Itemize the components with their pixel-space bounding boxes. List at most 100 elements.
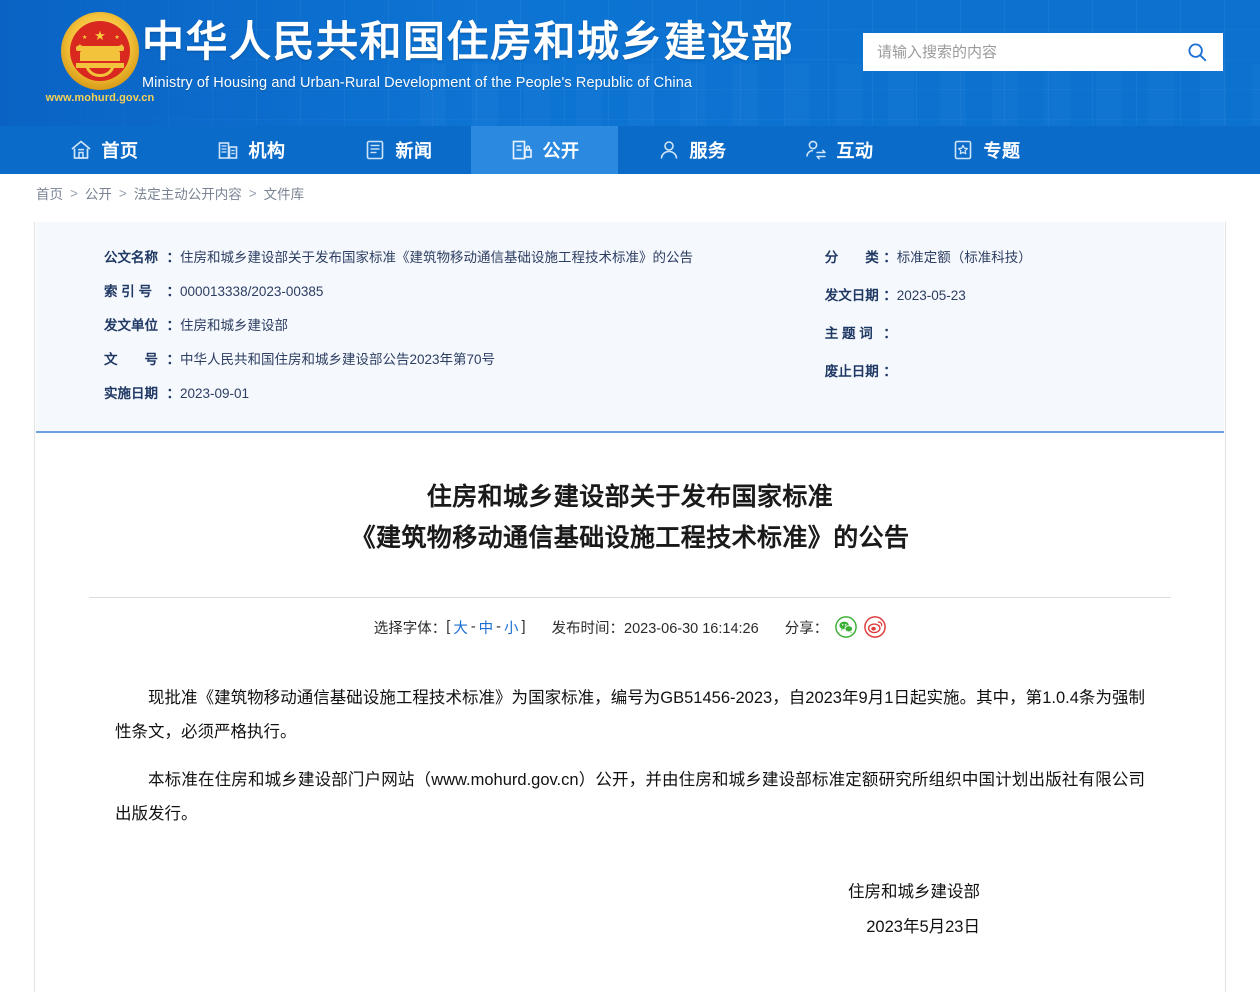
font-size-medium-button[interactable]: 中 (476, 617, 497, 638)
breadcrumb-separator: > (119, 186, 127, 201)
nav-label: 新闻 (396, 137, 433, 163)
metadata-row: 废止日期 (825, 362, 1224, 383)
metadata-column-left: 公文名称 住房和城乡建设部关于发布国家标准《建筑物移动通信基础设施工程技术标准》… (36, 248, 825, 405)
page-wrapper: 首页 > 公开 > 法定主动公开内容 > 文件库 公文名称 住房和城乡建设部关于… (0, 174, 1260, 992)
site-url-text: www.mohurd.gov.cn (44, 92, 156, 104)
article-paragraph: 本标准在住房和城乡建设部门户网站（www.mohurd.gov.cn）公开，并由… (115, 764, 1145, 832)
article: 住房和城乡建设部关于发布国家标准 《建筑物移动通信基础设施工程技术标准》的公告 … (35, 433, 1225, 945)
article-paragraph: 现批准《建筑物移动通信基础设施工程技术标准》为国家标准，编号为GB51456-2… (115, 682, 1145, 750)
emblem-star-small: ★ (82, 35, 87, 41)
home-icon (69, 138, 93, 162)
emblem-red-face: ★ ★ ★ ★ (70, 21, 130, 81)
article-title-line-1: 住房和城乡建设部关于发布国家标准 (427, 483, 833, 511)
metadata-value: 2023-05-23 (897, 286, 966, 307)
nav-item-service[interactable]: 服务 (618, 126, 765, 174)
metadata-key: 发文日期 (825, 286, 897, 307)
national-emblem-icon: ★ ★ ★ ★ (61, 12, 139, 90)
weibo-share-icon[interactable] (864, 616, 886, 638)
search-icon (1186, 41, 1208, 63)
site-header: ★ ★ ★ ★ www.mohurd.gov.cn 中华人民共和国住房和城乡建设… (0, 0, 1260, 126)
breadcrumb-item-home[interactable]: 首页 (36, 183, 63, 203)
search-button[interactable] (1171, 33, 1223, 71)
font-size-small-button[interactable]: 小 (501, 617, 522, 638)
metadata-value: 住房和城乡建设部 (180, 316, 288, 337)
metadata-value: 000013338/2023-00385 (180, 282, 323, 303)
emblem-gear (85, 63, 115, 77)
share-group: 分享： (785, 616, 887, 638)
site-title-chinese: 中华人民共和国住房和城乡建设部 (142, 16, 795, 69)
open-disclosure-icon (510, 138, 534, 162)
breadcrumb-item-disclosure[interactable]: 公开 (85, 183, 112, 203)
metadata-key: 索 引 号 (104, 282, 180, 303)
share-label: 分享： (785, 617, 829, 638)
signature-organization: 住房和城乡建设部 (35, 875, 980, 910)
metadata-row: 发文日期 2023-05-23 (825, 286, 1224, 307)
font-size-selector: 选择字体： [ 大 - 中 - 小 ] (374, 617, 526, 638)
nav-label: 首页 (102, 137, 139, 163)
breadcrumb-separator: > (70, 186, 78, 201)
breadcrumb-item-file-library[interactable]: 文件库 (264, 183, 305, 203)
publish-time-label: 发布时间： (552, 621, 625, 637)
metadata-key: 公文名称 (104, 248, 180, 269)
metadata-value: 标准定额（标准科技） (897, 248, 1032, 269)
metadata-row: 实施日期 2023-09-01 (104, 384, 825, 405)
document-metadata-panel: 公文名称 住房和城乡建设部关于发布国家标准《建筑物移动通信基础设施工程技术标准》… (36, 222, 1224, 433)
metadata-row: 主 题 词 (825, 324, 1224, 345)
article-toolbar: 选择字体： [ 大 - 中 - 小 ] 发布时间：2023-06-30 16:1… (35, 598, 1225, 638)
article-body: 现批准《建筑物移动通信基础设施工程技术标准》为国家标准，编号为GB51456-2… (35, 638, 1225, 831)
nav-item-topics[interactable]: 专题 (912, 126, 1059, 174)
building-icon (216, 138, 240, 162)
metadata-row: 文 号 中华人民共和国住房和城乡建设部公告2023年第70号 (104, 350, 825, 371)
nav-item-home[interactable]: 首页 (30, 126, 177, 174)
signature-date: 2023年5月23日 (35, 910, 980, 945)
breadcrumb-item-statutory-content[interactable]: 法定主动公开内容 (134, 183, 242, 203)
main-navigation: 首页 机构 新闻 公开 (0, 126, 1260, 174)
metadata-key: 实施日期 (104, 384, 180, 405)
metadata-key: 废止日期 (825, 362, 897, 383)
signature-block: 住房和城乡建设部 2023年5月23日 (35, 845, 1225, 944)
nav-item-interaction[interactable]: 互动 (765, 126, 912, 174)
bracket-close: ] (522, 619, 526, 635)
breadcrumb: 首页 > 公开 > 法定主动公开内容 > 文件库 (0, 174, 1260, 212)
emblem-tiananmen-gate (80, 51, 121, 61)
metadata-key: 分 类 (825, 248, 897, 269)
article-title-line-2: 《建筑物移动通信基础设施工程技术标准》的公告 (351, 524, 910, 552)
metadata-key: 发文单位 (104, 316, 180, 337)
metadata-value: 中华人民共和国住房和城乡建设部公告2023年第70号 (180, 350, 495, 371)
publish-time-value: 2023-06-30 16:14:26 (624, 621, 759, 637)
search-box[interactable] (863, 33, 1223, 71)
metadata-value: 住房和城乡建设部关于发布国家标准《建筑物移动通信基础设施工程技术标准》的公告 (180, 248, 693, 269)
page-title: 住房和城乡建设部关于发布国家标准 《建筑物移动通信基础设施工程技术标准》的公告 (35, 477, 1225, 560)
metadata-row: 公文名称 住房和城乡建设部关于发布国家标准《建筑物移动通信基础设施工程技术标准》… (104, 248, 825, 269)
search-input[interactable] (863, 33, 1171, 71)
emblem-star-small: ★ (114, 35, 119, 41)
person-service-icon (657, 138, 681, 162)
publish-time-group: 发布时间：2023-06-30 16:14:26 (552, 617, 759, 638)
wechat-share-icon[interactable] (835, 616, 857, 638)
nav-label: 服务 (690, 137, 727, 163)
metadata-row: 发文单位 住房和城乡建设部 (104, 316, 825, 337)
metadata-row: 分 类 标准定额（标准科技） (825, 248, 1224, 269)
nav-label: 公开 (543, 137, 580, 163)
content-frame: 公文名称 住房和城乡建设部关于发布国家标准《建筑物移动通信基础设施工程技术标准》… (34, 222, 1226, 992)
nav-item-disclosure[interactable]: 公开 (471, 126, 618, 174)
font-size-label: 选择字体： (374, 617, 447, 638)
star-topic-icon (951, 138, 975, 162)
nav-item-news[interactable]: 新闻 (324, 126, 471, 174)
site-title-block: 中华人民共和国住房和城乡建设部 Ministry of Housing and … (142, 16, 795, 91)
news-document-icon (363, 138, 387, 162)
metadata-key: 主 题 词 (825, 324, 897, 345)
nav-item-organization[interactable]: 机构 (177, 126, 324, 174)
nav-label: 互动 (837, 137, 874, 163)
metadata-column-right: 分 类 标准定额（标准科技） 发文日期 2023-05-23 主 题 词 废止日… (825, 248, 1224, 405)
site-title-english: Ministry of Housing and Urban-Rural Deve… (142, 75, 795, 91)
nav-label: 专题 (984, 137, 1021, 163)
metadata-value: 2023-09-01 (180, 384, 249, 405)
font-size-large-button[interactable]: 大 (450, 617, 471, 638)
metadata-key: 文 号 (104, 350, 180, 371)
national-emblem-block: ★ ★ ★ ★ www.mohurd.gov.cn (44, 12, 156, 104)
nav-label: 机构 (249, 137, 286, 163)
metadata-row: 索 引 号 000013338/2023-00385 (104, 282, 825, 303)
interaction-people-icon (804, 138, 828, 162)
breadcrumb-separator: > (249, 186, 257, 201)
